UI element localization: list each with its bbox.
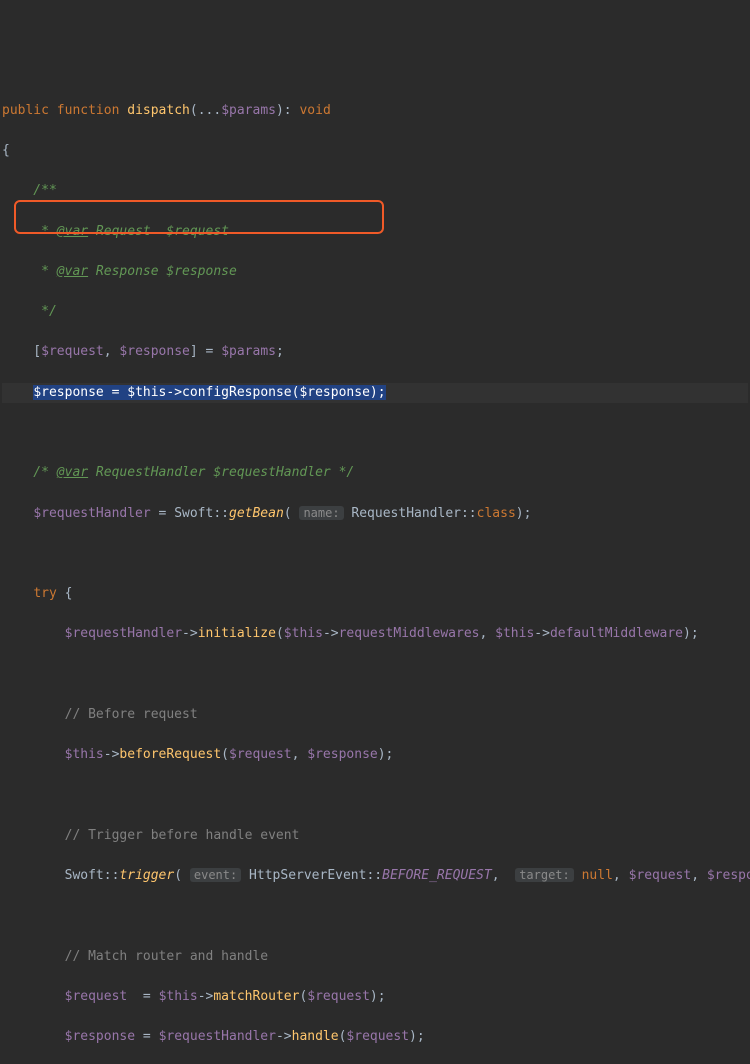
code-line: $requestHandler = Swoft::getBean( name: … xyxy=(2,504,748,524)
parameter-hint: event: xyxy=(190,868,241,882)
code-line xyxy=(2,423,748,443)
parameter-hint: name: xyxy=(299,506,343,520)
code-line: /** xyxy=(2,181,748,201)
code-editor[interactable]: public function dispatch(...$params): vo… xyxy=(0,81,748,1064)
code-line: $this->beforeRequest($request, $response… xyxy=(2,745,748,765)
code-line: try { xyxy=(2,584,748,604)
code-line xyxy=(2,544,748,564)
code-line: $request = $this->matchRouter($request); xyxy=(2,987,748,1007)
code-line: // Match router and handle xyxy=(2,947,748,967)
parameter-hint: target: xyxy=(515,868,574,882)
code-line: Swoft::trigger( event: HttpServerEvent::… xyxy=(2,866,748,886)
code-line: * @var Request $request xyxy=(2,222,748,242)
code-line: /* @var RequestHandler $requestHandler *… xyxy=(2,463,748,483)
code-line: // Before request xyxy=(2,705,748,725)
code-line: */ xyxy=(2,302,748,322)
code-line: * @var Response $response xyxy=(2,262,748,282)
code-line: [$request, $response] = $params; xyxy=(2,342,748,362)
code-line xyxy=(2,665,748,685)
code-line: $response = $requestHandler->handle($req… xyxy=(2,1027,748,1047)
highlighted-line: $response = $this->configResponse($respo… xyxy=(2,383,748,403)
code-line: // Trigger before handle event xyxy=(2,826,748,846)
code-line xyxy=(2,785,748,805)
code-line xyxy=(2,906,748,926)
code-line: public function dispatch(...$params): vo… xyxy=(2,101,748,121)
code-line: { xyxy=(2,141,748,161)
code-line: $requestHandler->initialize($this->reque… xyxy=(2,624,748,644)
